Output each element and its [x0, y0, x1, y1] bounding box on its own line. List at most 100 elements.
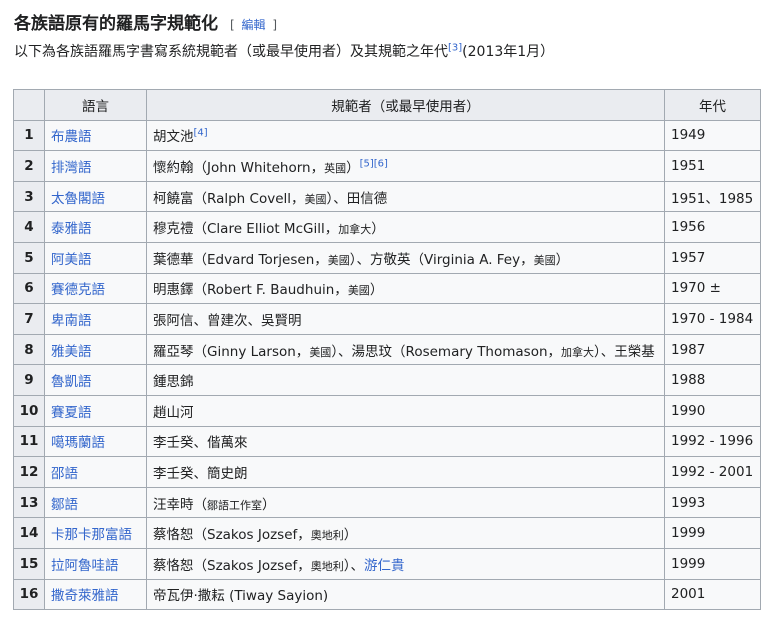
- standardizer-text: ）、方敬英（Virginia A. Fey，: [349, 251, 534, 268]
- edit-link[interactable]: 編輯: [242, 18, 266, 32]
- reference-link[interactable]: [3]: [448, 42, 462, 53]
- language-link[interactable]: 拉阿魯哇語: [51, 558, 119, 574]
- reference-link[interactable]: [5]: [360, 158, 374, 169]
- nationality-text: 美國: [533, 253, 556, 267]
- language-link[interactable]: 撒奇萊雅語: [51, 588, 119, 604]
- standardizer-text: ）: [371, 221, 385, 238]
- standardizer-text: 汪幸時（: [153, 496, 207, 513]
- standardizer-cell: 張阿信、曾建次、吳賢明: [146, 303, 665, 335]
- row-number: 12: [13, 456, 45, 488]
- standardizer-text: 帝瓦伊·撒耘 (Tiway Sayion): [153, 588, 329, 605]
- standardizer-text: 羅亞琴（Ginny Larson，: [153, 343, 310, 360]
- person-link[interactable]: 游仁貴: [364, 558, 405, 574]
- standardizer-text: ）、田信德: [326, 190, 388, 207]
- intro-text: 以下為各族語羅馬字書寫系統規範者（或最早使用者）及其規範之年代: [14, 44, 448, 60]
- table-row: 2 排灣語 懷約翰（John Whitehorn，英國）[5][6] 1951: [13, 150, 761, 182]
- table-row: 6 賽德克語 明惠鐸（Robert F. Baudhuin，美國） 1970 ±: [13, 272, 761, 305]
- standardizer-text: 蔡恪恕（Szakos Jozsef，: [153, 527, 311, 544]
- edit-section: [ 編輯 ]: [230, 16, 277, 33]
- row-number: 3: [13, 180, 45, 213]
- table-header-row: 語言 規範者（或最早使用者） 年代: [13, 89, 761, 121]
- standardizer-cell: 明惠鐸（Robert F. Baudhuin，美國）: [146, 272, 665, 305]
- nationality-text: 美國: [309, 345, 332, 359]
- row-number: 7: [13, 303, 45, 335]
- standardizer-cell: 李壬癸、簡史朗: [146, 456, 665, 488]
- language-cell: 噶瑪蘭語: [44, 425, 147, 458]
- language-cell: 布農語: [44, 119, 147, 152]
- year-cell: 1999: [664, 517, 761, 549]
- reference-link[interactable]: [6]: [374, 158, 388, 169]
- language-link[interactable]: 魯凱語: [51, 374, 92, 390]
- standardizer-cell: 穆克禮（Clare Elliot McGill，加拿大）: [146, 211, 665, 243]
- language-link[interactable]: 賽夏語: [51, 405, 92, 421]
- standardizer-cell: 羅亞琴（Ginny Larson，美國）、湯思玟（Rosemary Thomas…: [146, 333, 665, 366]
- nationality-text: 美國: [347, 284, 370, 298]
- row-number: 10: [13, 394, 45, 427]
- standardizer-text: ）: [369, 282, 384, 299]
- table-row: 4 泰雅語 穆克禮（Clare Elliot McGill，加拿大） 1956: [13, 211, 761, 243]
- language-link[interactable]: 泰雅語: [51, 221, 92, 237]
- language-link[interactable]: 布農語: [51, 129, 92, 145]
- intro-paragraph: 以下為各族語羅馬字書寫系統規範者（或最早使用者）及其規範之年代[3](2013年…: [14, 41, 554, 61]
- standardizer-cell: 鍾思錦: [146, 364, 665, 396]
- table-row: 10 賽夏語 趙山河 1990: [13, 394, 761, 427]
- year-cell: 1949: [664, 119, 761, 152]
- year-cell: 1988: [664, 364, 761, 396]
- section-heading: 各族語原有的羅馬字規範化 [ 編輯 ]: [14, 9, 277, 34]
- standardizer-text: 鍾思錦: [153, 374, 194, 391]
- table-row: 14 卡那卡那富語 蔡恪恕（Szakos Jozsef，奧地利） 1999: [13, 517, 761, 549]
- standardizer-text: ）: [555, 251, 570, 268]
- language-link[interactable]: 賽德克語: [51, 282, 105, 298]
- language-link[interactable]: 噶瑪蘭語: [51, 435, 105, 451]
- table-row: 5 阿美語 葉德華（Edvard Torjesen，美國）、方敬英（Virginia…: [13, 241, 761, 274]
- standardizer-text: 趙山河: [153, 404, 194, 421]
- row-number: 5: [13, 241, 45, 274]
- standardizer-cell: 柯饒富（Ralph Covell，美國）、田信德: [146, 180, 665, 213]
- row-number: 4: [13, 211, 45, 243]
- standardizer-text: 懷約翰（John Whitehorn，: [153, 159, 325, 176]
- language-link[interactable]: 雅美語: [51, 344, 92, 360]
- row-number: 6: [13, 272, 45, 305]
- language-link[interactable]: 卑南語: [51, 313, 92, 329]
- language-cell: 排灣語: [44, 150, 147, 182]
- row-number: 9: [13, 364, 45, 396]
- standardizer-text: 穆克禮（Clare Elliot McGill，: [153, 221, 339, 238]
- year-cell: 1993: [664, 486, 761, 519]
- standardizer-text: 張阿信、曾建次、吳賢明: [153, 312, 302, 329]
- year-cell: 2001: [664, 578, 761, 611]
- language-link[interactable]: 邵語: [51, 466, 78, 482]
- citation: [4]: [194, 128, 208, 139]
- language-link[interactable]: 鄒語: [51, 497, 78, 513]
- year-cell: 1957: [664, 241, 761, 274]
- language-link[interactable]: 太魯閣語: [51, 191, 105, 207]
- standardizer-text: 胡文池: [153, 129, 194, 146]
- table-row: 11 噶瑪蘭語 李壬癸、偕萬來 1992 - 1996: [13, 425, 761, 458]
- language-link[interactable]: 阿美語: [51, 252, 92, 268]
- standardizer-text: 李壬癸、偕萬來: [153, 435, 248, 452]
- header-number: [13, 89, 45, 121]
- nationality-text: 美國: [304, 192, 327, 206]
- year-cell: 1951、1985: [664, 180, 761, 213]
- nationality-text: 加拿大: [338, 223, 372, 237]
- language-cell: 賽德克語: [44, 272, 147, 305]
- intro-reference: [3]: [448, 42, 462, 53]
- table-row: 7 卑南語 張阿信、曾建次、吳賢明 1970 - 1984: [13, 303, 761, 335]
- standardizer-text: ）、湯思玟（Rosemary Thomason，: [331, 343, 562, 360]
- header-language: 語言: [44, 89, 147, 121]
- standardizer-cell: 李壬癸、偕萬來: [146, 425, 665, 458]
- standardizer-cell: 葉德華（Edvard Torjesen，美國）、方敬英（Virginia A. …: [146, 241, 665, 274]
- citation: [6]: [374, 158, 388, 169]
- language-link[interactable]: 卡那卡那富語: [51, 527, 132, 543]
- nationality-text: 加拿大: [561, 345, 595, 359]
- language-cell: 泰雅語: [44, 211, 147, 243]
- year-cell: 1987: [664, 333, 761, 366]
- language-cell: 鄒語: [44, 486, 147, 519]
- row-number: 11: [13, 425, 45, 458]
- row-number: 2: [13, 150, 45, 182]
- year-cell: 1951: [664, 150, 761, 182]
- year-cell: 1999: [664, 547, 761, 580]
- standardizer-cell: 帝瓦伊·撒耘 (Tiway Sayion): [146, 578, 665, 611]
- language-cell: 撒奇萊雅語: [44, 578, 147, 611]
- reference-link[interactable]: [4]: [194, 128, 208, 139]
- language-link[interactable]: 排灣語: [51, 160, 92, 176]
